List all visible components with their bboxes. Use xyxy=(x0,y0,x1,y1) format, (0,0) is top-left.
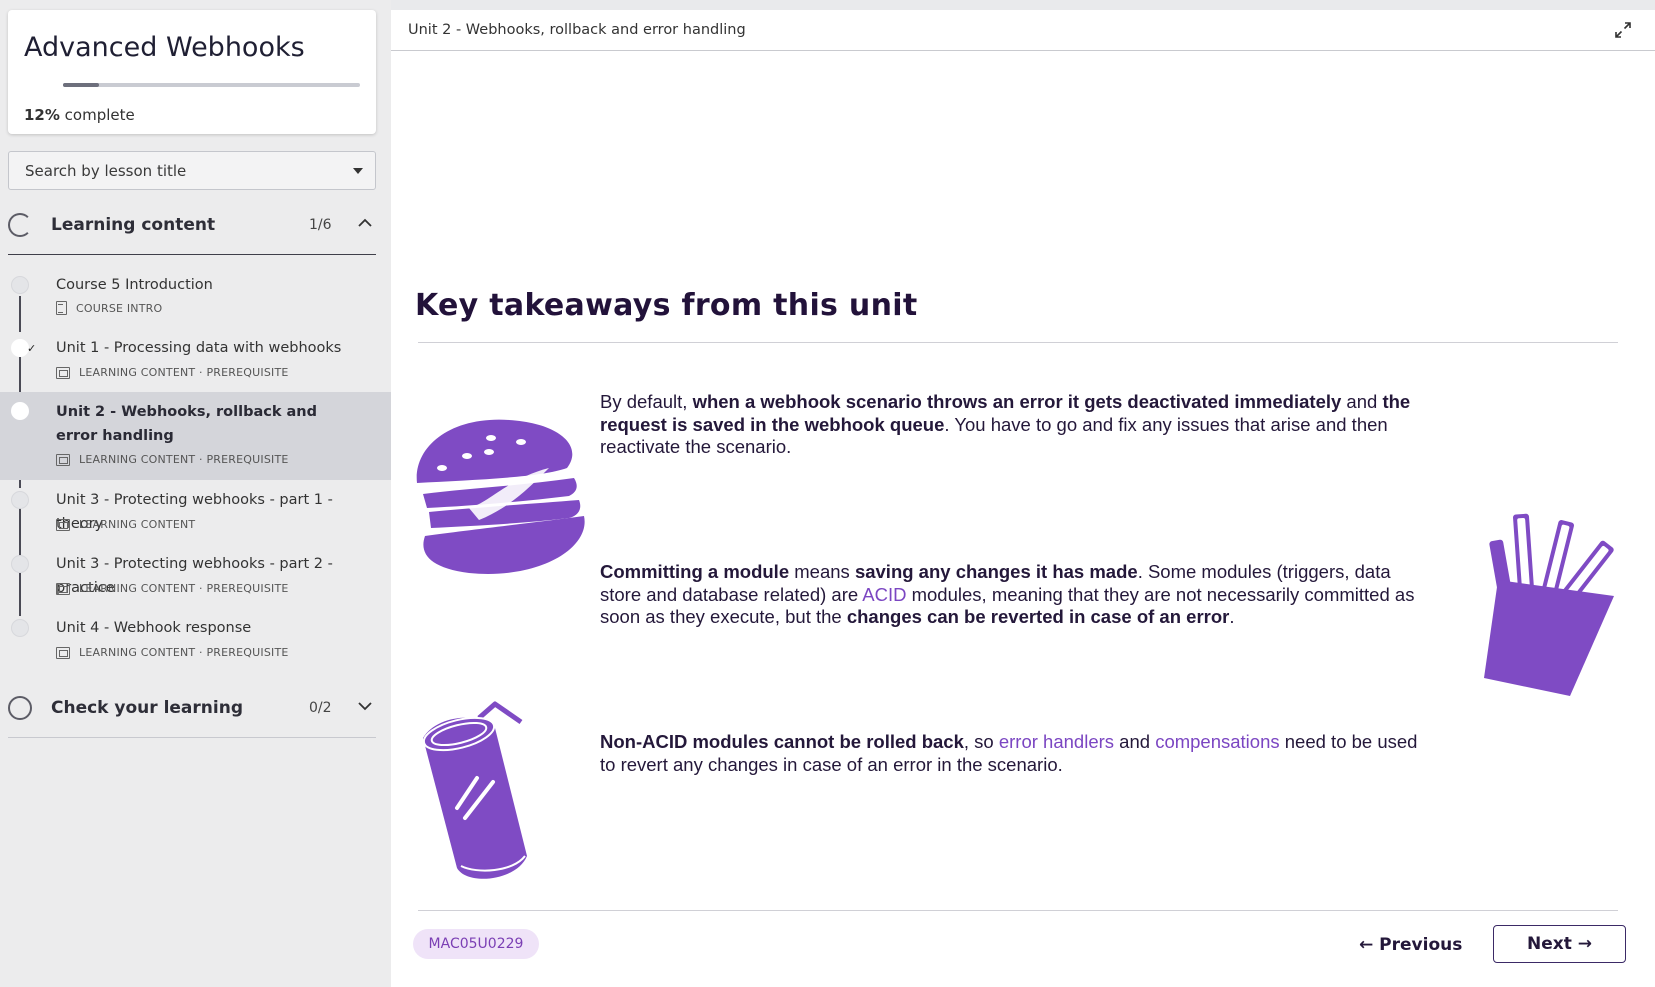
lesson-item[interactable]: Course 5 Introduction COURSE INTRO xyxy=(0,270,391,330)
course-card: Advanced Webhooks 12% complete xyxy=(8,10,376,134)
lesson-title: Course 5 Introduction xyxy=(56,277,213,293)
footer-divider xyxy=(418,910,1618,911)
slides-icon xyxy=(56,646,70,659)
course-title: Advanced Webhooks xyxy=(24,32,305,63)
course-progress-fill xyxy=(63,83,99,87)
completed-check-icon: ✓ xyxy=(11,339,36,357)
error-handlers-link[interactable]: error handlers xyxy=(999,731,1114,752)
chevron-down-icon xyxy=(358,702,372,711)
lesson-meta-text: LEARNING CONTENT · PREREQUISITE xyxy=(79,582,289,595)
slides-icon xyxy=(56,453,70,466)
text-span: , so xyxy=(963,731,999,752)
lesson-meta-text: LEARNING CONTENT · PREREQUISITE xyxy=(79,453,289,466)
takeaway-paragraph-2: Committing a module means saving any cha… xyxy=(600,561,1430,629)
lesson-meta: LEARNING CONTENT xyxy=(56,518,195,531)
section-count: 1/6 xyxy=(309,217,332,233)
lesson-item[interactable]: Unit 4 - Webhook response LEARNING CONTE… xyxy=(0,616,391,676)
lesson-meta: LEARNING CONTENT · PREREQUISITE xyxy=(56,453,289,466)
text-span: . xyxy=(1229,606,1235,627)
text-span: and xyxy=(1114,731,1156,752)
lesson-content-panel: Unit 2 - Webhooks, rollback and error ha… xyxy=(391,10,1655,987)
status-dot-icon xyxy=(11,619,29,637)
bold-span: Non-ACID modules cannot be rolled back xyxy=(600,731,964,752)
progress-text: 12% complete xyxy=(24,106,135,124)
status-dot-icon xyxy=(11,491,29,509)
lesson-meta: LEARNING CONTENT · PREREQUISITE xyxy=(56,646,289,659)
slides-icon xyxy=(56,582,70,595)
slides-icon xyxy=(56,366,70,379)
lesson-header: Unit 2 - Webhooks, rollback and error ha… xyxy=(391,10,1655,51)
progress-value: 12% xyxy=(24,106,60,124)
bold-span: saving any changes it has made xyxy=(854,561,1138,582)
compensations-link[interactable]: compensations xyxy=(1155,731,1279,752)
progress-ring-icon xyxy=(8,696,32,720)
section-title: Check your learning xyxy=(51,698,243,718)
slides-icon xyxy=(56,518,70,531)
fries-illustration-icon xyxy=(1484,513,1614,696)
section-learning-content[interactable]: Learning content 1/6 xyxy=(8,199,376,249)
lesson-item[interactable]: Unit 3 - Protecting webhooks - part 1 - … xyxy=(0,488,391,548)
progress-suffix: complete xyxy=(59,106,135,124)
lesson-title: Unit 4 - Webhook response xyxy=(56,620,252,636)
section-divider xyxy=(8,254,376,255)
lesson-meta: COURSE INTRO xyxy=(56,301,162,315)
dropdown-caret-icon xyxy=(353,168,363,174)
course-progress-bar xyxy=(63,83,360,87)
next-button[interactable]: Next → xyxy=(1493,925,1626,963)
sidebar: Advanced Webhooks 12% complete Search by… xyxy=(0,0,391,987)
lesson-item[interactable]: Unit 3 - Protecting webhooks - part 2 - … xyxy=(0,552,391,612)
burger-illustration-icon xyxy=(416,419,585,574)
current-dot-icon xyxy=(11,402,29,420)
text-span: By default, xyxy=(600,391,693,412)
bold-span: Committing a module xyxy=(600,561,790,582)
lesson-title: Unit 1 - Processing data with webhooks xyxy=(56,340,342,356)
section-check-your-learning[interactable]: Check your learning 0/2 xyxy=(8,682,376,732)
lesson-search-dropdown[interactable]: Search by lesson title xyxy=(8,151,376,190)
lesson-item[interactable]: ✓ Unit 1 - Processing data with webhooks… xyxy=(0,334,391,394)
document-icon xyxy=(56,301,67,315)
lesson-meta-text: LEARNING CONTENT · PREREQUISITE xyxy=(79,366,289,379)
text-span: means xyxy=(789,561,855,582)
soda-can-illustration-icon xyxy=(422,701,527,879)
previous-button[interactable]: ← Previous xyxy=(1359,932,1462,958)
chevron-up-icon xyxy=(358,218,372,227)
heading-divider xyxy=(418,342,1618,343)
fullscreen-expand-icon[interactable] xyxy=(1615,22,1631,38)
bold-span: when a webhook scenario throws an error … xyxy=(692,391,1342,412)
takeaway-paragraph-3: Non-ACID modules cannot be rolled back, … xyxy=(600,731,1430,776)
lesson-meta: LEARNING CONTENT · PREREQUISITE xyxy=(56,366,289,379)
lesson-meta-text: LEARNING CONTENT xyxy=(79,518,196,531)
lesson-item-current[interactable]: Unit 2 - Webhooks, rollback and error ha… xyxy=(0,392,391,480)
lesson-meta: LEARNING CONTENT · PREREQUISITE xyxy=(56,582,289,595)
lesson-title: Unit 2 - Webhooks, rollback and error ha… xyxy=(56,404,318,444)
bold-span: changes can be reverted in case of an er… xyxy=(846,606,1230,627)
search-placeholder: Search by lesson title xyxy=(25,162,187,180)
section-count: 0/2 xyxy=(309,700,332,716)
lesson-meta-text: COURSE INTRO xyxy=(76,301,163,315)
section-divider xyxy=(8,737,376,738)
unit-title: Unit 2 - Webhooks, rollback and error ha… xyxy=(408,22,746,38)
lesson-code-badge: MAC05U0229 xyxy=(413,929,539,959)
progress-ring-icon xyxy=(8,213,32,237)
takeaway-paragraph-1: By default, when a webhook scenario thro… xyxy=(600,391,1430,459)
text-span: and xyxy=(1341,391,1383,412)
section-title: Learning content xyxy=(51,215,216,235)
page-heading: Key takeaways from this unit xyxy=(415,288,918,323)
lesson-meta-text: LEARNING CONTENT · PREREQUISITE xyxy=(79,646,289,659)
acid-link[interactable]: ACID xyxy=(862,584,906,605)
status-dot-icon xyxy=(11,555,29,573)
status-dot-icon xyxy=(11,276,29,294)
